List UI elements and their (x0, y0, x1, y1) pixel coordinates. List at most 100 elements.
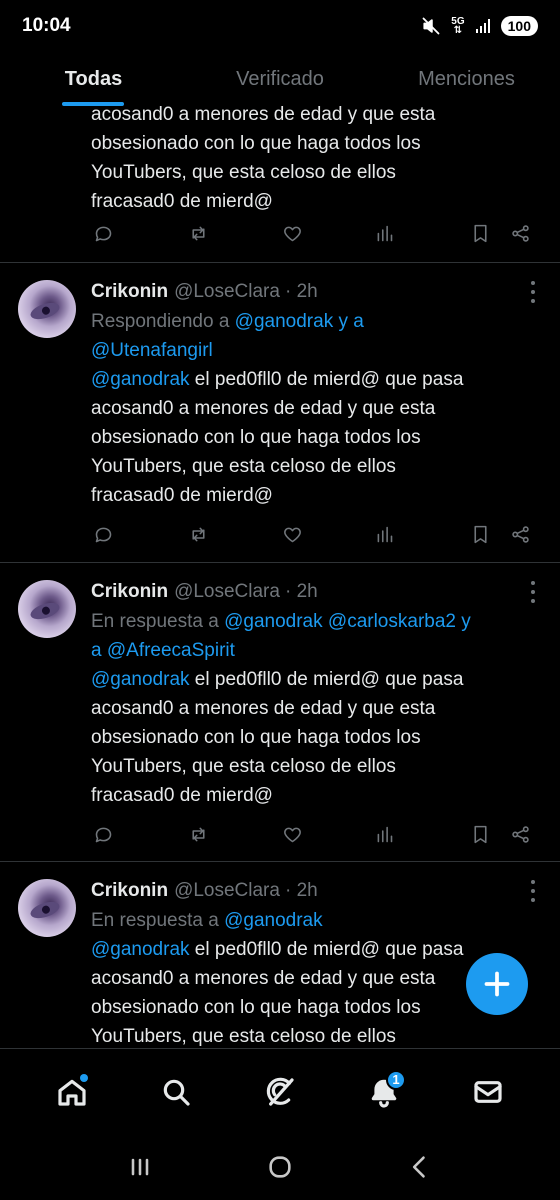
mention-link[interactable]: @ganodrak (235, 311, 334, 332)
5g-icon: 5G ⇅ (451, 17, 464, 36)
reply-icon[interactable] (91, 218, 115, 248)
avatar[interactable] (18, 280, 76, 338)
retweet-icon[interactable] (186, 819, 210, 849)
more-options-icon[interactable] (530, 880, 536, 902)
mention-link[interactable]: @ganodrak (91, 939, 190, 960)
post-time: · 2h (284, 880, 318, 901)
like-icon[interactable] (280, 218, 304, 248)
more-options-icon[interactable] (530, 581, 536, 603)
post-text-line: acosand0 a menores de edad y que esta (91, 698, 436, 719)
reply-prefix: En respuesta a (91, 611, 219, 632)
post-actions (91, 218, 540, 248)
post-text-line: YouTubers, que esta celoso de ellos (91, 756, 396, 777)
avatar[interactable] (18, 879, 76, 937)
messages-icon (474, 1080, 502, 1103)
views-icon[interactable] (372, 218, 396, 248)
author-handle: @LoseClara (174, 880, 280, 901)
mention-link[interactable]: @ganodrak (224, 910, 323, 931)
mention-link[interactable]: @ganodrak (224, 611, 323, 632)
post-item[interactable]: Crikonin @LoseClara · 2h En respuesta a … (0, 563, 560, 862)
post-text-line: @ganodrak el ped0fll0 de mierd@ que pasa (91, 365, 544, 394)
reply-context-line2: @Utenafangirl (91, 336, 544, 365)
post-text-first: el ped0fll0 de mierd@ que pasa (189, 669, 464, 690)
reply-context-line2: a @AfreecaSpirit (91, 636, 544, 665)
tab-verificado[interactable]: Verificado (187, 52, 373, 106)
post-text-line: YouTubers, que esta celoso de ellos (91, 456, 396, 477)
reply-icon[interactable] (91, 819, 115, 849)
author-name[interactable]: Crikonin (91, 579, 168, 605)
reply-context: En respuesta a @ganodrak @carloskarba2 y (91, 607, 544, 636)
mention-link[interactable]: @ganodrak (91, 669, 190, 690)
recents-icon[interactable] (126, 1153, 154, 1181)
nav-home[interactable] (44, 1064, 100, 1120)
like-icon[interactable] (280, 519, 304, 549)
bottom-nav: 1 (0, 1048, 560, 1134)
author-name[interactable]: Crikonin (91, 878, 168, 904)
bookmark-icon[interactable] (468, 819, 492, 849)
battery-icon: 100 (500, 16, 538, 36)
system-nav (0, 1134, 560, 1200)
nav-grok[interactable] (252, 1064, 308, 1120)
plus-icon (484, 971, 510, 997)
post-text-line: fracasad0 de mierd@ (91, 485, 273, 506)
post-header: Crikonin @LoseClara · 2h (91, 579, 544, 607)
post-text-line: YouTubers, que esta celoso de ellos (91, 162, 396, 183)
reply-context: Respondiendo a @ganodrak y a (91, 307, 544, 336)
share-icon[interactable] (508, 819, 532, 849)
post-text-line: obsesionado con lo que haga todos los (91, 133, 421, 154)
tab-todas[interactable]: Todas (0, 52, 187, 106)
post-item[interactable]: Crikonin @LoseClara · 2h Respondiendo a … (0, 263, 560, 563)
author-handle: @LoseClara (174, 281, 280, 302)
reply-context: En respuesta a @ganodrak (91, 906, 544, 935)
grok-icon (266, 1077, 294, 1106)
post-text-line: obsesionado con lo que haga todos los (91, 427, 421, 448)
views-icon[interactable] (372, 519, 396, 549)
post-text-line: obsesionado con lo que haga todos los (91, 727, 421, 748)
reply-prefix: Respondiendo a (91, 311, 230, 332)
reply-prefix-a: a (91, 640, 107, 661)
post-header: Crikonin @LoseClara · 2h (91, 279, 544, 307)
signal-icon (475, 19, 490, 33)
post-text-line: YouTubers, que esta celoso de ellos (91, 1026, 396, 1047)
views-icon[interactable] (372, 819, 396, 849)
nav-notifications[interactable]: 1 (356, 1064, 412, 1120)
nav-search[interactable] (148, 1064, 204, 1120)
reply-icon[interactable] (91, 519, 115, 549)
share-icon[interactable] (508, 218, 532, 248)
post-time: · 2h (284, 581, 318, 602)
bookmark-icon[interactable] (468, 519, 492, 549)
reply-prefix: En respuesta a (91, 910, 219, 931)
post-item[interactable]: Crikonin @LoseClara · 2h En respuesta a … (0, 862, 560, 1048)
mention-link[interactable]: @carloskarba2 (328, 611, 456, 632)
status-time: 10:04 (22, 15, 71, 36)
compose-button[interactable] (466, 953, 528, 1015)
post-text-line: acosand0 a menores de edad y que esta (91, 106, 436, 125)
notifications-feed[interactable]: acosand0 a menores de edad y que esta ob… (0, 106, 560, 1048)
mention-link[interactable]: @ganodrak (91, 369, 190, 390)
post-text-first: el ped0fll0 de mierd@ que pasa (189, 939, 464, 960)
bookmark-icon[interactable] (468, 218, 492, 248)
like-icon[interactable] (280, 819, 304, 849)
mention-link[interactable]: @AfreecaSpirit (107, 640, 235, 661)
retweet-icon[interactable] (186, 218, 210, 248)
post-item[interactable]: acosand0 a menores de edad y que esta ob… (0, 106, 560, 263)
status-bar: 10:04 5G ⇅ 100 (0, 0, 560, 52)
home-circle-icon[interactable] (266, 1153, 294, 1181)
post-text-line: @ganodrak el ped0fll0 de mierd@ que pasa (91, 665, 544, 694)
share-icon[interactable] (508, 519, 532, 549)
notifications-badge: 1 (386, 1069, 406, 1090)
retweet-icon[interactable] (186, 519, 210, 549)
home-dot (80, 1073, 88, 1082)
back-icon[interactable] (406, 1153, 434, 1181)
post-text-line: fracasad0 de mierd@ (91, 191, 273, 212)
post-header: Crikonin @LoseClara · 2h (91, 878, 544, 906)
nav-messages[interactable] (460, 1064, 516, 1120)
author-handle: @LoseClara (174, 581, 280, 602)
status-icons: 5G ⇅ 100 (421, 16, 538, 36)
mention-link[interactable]: @Utenafangirl (91, 340, 213, 361)
tab-menciones[interactable]: Menciones (373, 52, 560, 106)
more-options-icon[interactable] (530, 281, 536, 303)
avatar[interactable] (18, 580, 76, 638)
author-name[interactable]: Crikonin (91, 279, 168, 305)
post-time: · 2h (284, 281, 318, 302)
